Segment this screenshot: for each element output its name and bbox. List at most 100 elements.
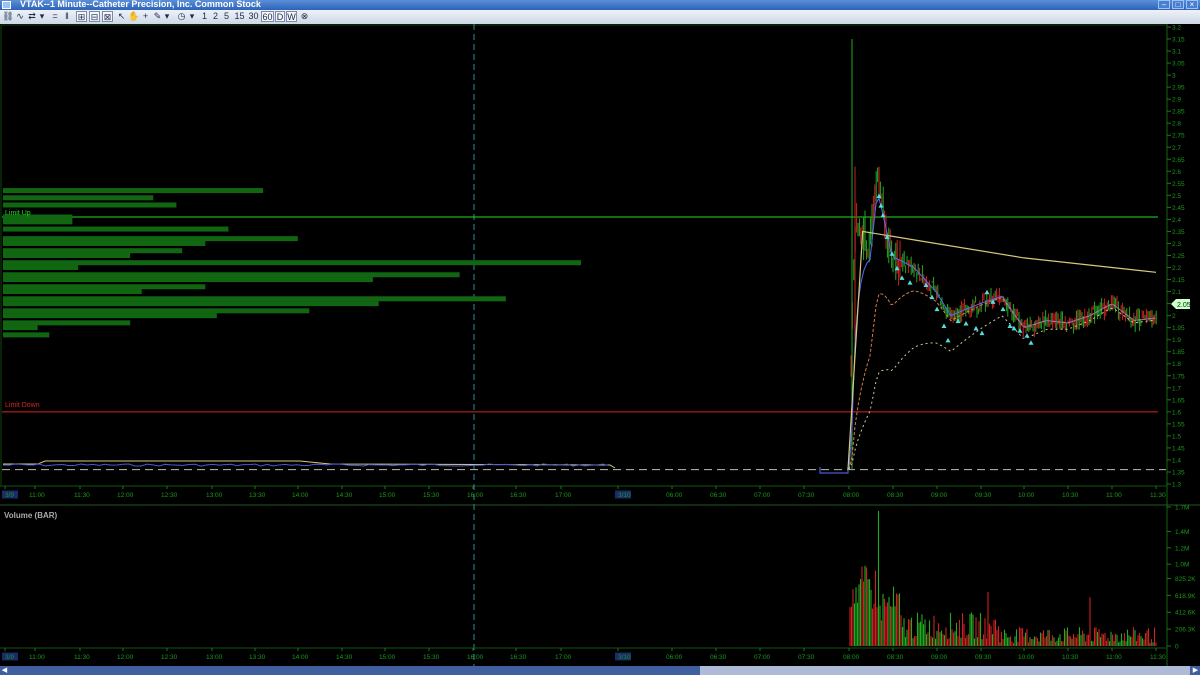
y-tick-label: 3 bbox=[1172, 73, 1176, 80]
period-button-5[interactable]: 5 bbox=[222, 11, 231, 22]
x-tick-label: 11:00 bbox=[29, 654, 45, 661]
volume-profile-bar bbox=[3, 320, 131, 326]
x-tick-label: 15:00 bbox=[379, 492, 396, 499]
hand-icon[interactable]: ✋ bbox=[128, 11, 139, 22]
x-tick-label: 3/9 bbox=[5, 492, 14, 499]
y-tick-label: 2.95 bbox=[1172, 85, 1185, 92]
volume-y-tick-label: 618.9K bbox=[1175, 593, 1196, 600]
volume-profile-bar bbox=[3, 219, 73, 225]
period-button-30[interactable]: 30 bbox=[247, 11, 260, 22]
scrollbar-thumb[interactable] bbox=[700, 666, 1190, 675]
volume-profile-bar bbox=[3, 253, 131, 258]
chart-canvas[interactable]: 3.2 3.15 3.1 3.05 3 2.95 2.9 2.85 2.8 2.75 2.7 2.65… bbox=[0, 24, 1200, 666]
x-tick-label: 14:30 bbox=[336, 654, 353, 661]
volume-y-tick-label: 825.2K bbox=[1175, 576, 1196, 583]
x-tick-label: 11:00 bbox=[1106, 492, 1122, 499]
y-tick-label: 2.25 bbox=[1172, 253, 1185, 260]
y-tick-label: 2.45 bbox=[1172, 205, 1185, 212]
compare-icon[interactable]: ⇄ bbox=[26, 11, 38, 22]
grid-icon[interactable]: ⊞ bbox=[76, 11, 87, 22]
window-icon[interactable]: ⊠ bbox=[102, 11, 113, 22]
period-button-60[interactable]: 60 bbox=[261, 11, 274, 22]
minimize-button[interactable]: – bbox=[1158, 0, 1170, 9]
link-icon[interactable]: ⛓ bbox=[2, 11, 14, 22]
x-tick-label: 08:30 bbox=[887, 492, 904, 499]
y-tick-label: 2.3 bbox=[1172, 241, 1181, 248]
volume-profile-bar bbox=[3, 308, 310, 314]
cancel-icon[interactable]: ⊗ bbox=[299, 11, 310, 22]
volume-profile-bar bbox=[3, 195, 154, 201]
close-button[interactable]: × bbox=[1186, 0, 1198, 9]
volume-profile-bar bbox=[3, 236, 298, 242]
y-tick-label: 2.5 bbox=[1172, 193, 1181, 200]
period-button-2[interactable]: 2 bbox=[211, 11, 220, 22]
y-tick-label: 2.2 bbox=[1172, 265, 1181, 272]
y-tick-label: 1.5 bbox=[1172, 433, 1181, 440]
chevron-down-icon[interactable]: ▾ bbox=[163, 11, 171, 22]
x-tick-label: 09:30 bbox=[975, 654, 992, 661]
scroll-right-icon[interactable]: ▶ bbox=[1191, 666, 1200, 675]
y-tick-label: 3.2 bbox=[1172, 25, 1181, 32]
x-tick-label: 07:00 bbox=[754, 492, 771, 499]
cursor-icon[interactable]: ↖ bbox=[116, 11, 127, 22]
x-tick-label: 06:00 bbox=[666, 492, 683, 499]
crosshair-icon[interactable]: + bbox=[140, 11, 151, 22]
chart-type-icon[interactable]: ∿ bbox=[14, 11, 26, 22]
volume-profile-bar bbox=[3, 289, 142, 295]
volume-profile-bar bbox=[3, 202, 177, 208]
layout-icon[interactable]: ⊟ bbox=[89, 11, 100, 22]
limit-down-label: Limit Down bbox=[5, 402, 40, 409]
y-tick-label: 1.4 bbox=[1172, 457, 1181, 464]
chart-toolbar: ⛓ ∿ ⇄ ▾ = ‖ ⊞ ⊟ ⊠ ↖ ✋ + ✎ ▾ ◷ ▾ 1 2 5 15… bbox=[0, 10, 1200, 25]
period-button-d[interactable]: D bbox=[275, 11, 285, 22]
volume-profile-bar bbox=[3, 248, 183, 254]
x-tick-label: 13:00 bbox=[206, 492, 223, 499]
y-tick-label: 1.45 bbox=[1172, 445, 1185, 452]
x-tick-label: 10:30 bbox=[1062, 492, 1079, 499]
y-tick-label: 2.4 bbox=[1172, 217, 1181, 224]
window-title: VTAK--1 Minute--Catheter Precision, Inc.… bbox=[20, 0, 261, 9]
x-tick-label: 06:30 bbox=[710, 654, 727, 661]
x-tick-label: 17:00 bbox=[555, 654, 572, 661]
volume-profile-bar bbox=[3, 332, 50, 338]
x-tick-label: 12:30 bbox=[161, 654, 178, 661]
y-tick-label: 2.65 bbox=[1172, 157, 1185, 164]
maximize-button[interactable]: □ bbox=[1172, 0, 1184, 9]
x-tick-label: 08:00 bbox=[843, 654, 860, 661]
chevron-down-icon[interactable]: ▾ bbox=[188, 11, 196, 22]
x-tick-label: 14:00 bbox=[292, 654, 309, 661]
pause-icon[interactable]: ‖ bbox=[62, 11, 72, 22]
y-tick-label: 3.05 bbox=[1172, 61, 1185, 68]
pencil-icon[interactable]: ✎ bbox=[152, 11, 163, 22]
x-tick-label: 14:30 bbox=[336, 492, 353, 499]
x-tick-label: 08:00 bbox=[843, 492, 860, 499]
x-tick-label: 3/10 bbox=[618, 492, 631, 499]
y-tick-label: 1.75 bbox=[1172, 373, 1185, 380]
volume-profile-bar bbox=[3, 313, 217, 319]
equals-icon[interactable]: = bbox=[50, 11, 60, 22]
x-tick-label: 08:30 bbox=[887, 654, 904, 661]
y-tick-label: 1.3 bbox=[1172, 482, 1181, 489]
x-tick-label: 13:30 bbox=[249, 654, 266, 661]
horizontal-scrollbar[interactable]: ◀ ▶ bbox=[0, 666, 1200, 675]
volume-y-tick-label: 412.6K bbox=[1175, 610, 1196, 617]
y-tick-label: 3.15 bbox=[1172, 37, 1185, 44]
y-tick-label: 3.1 bbox=[1172, 49, 1181, 56]
scroll-left-icon[interactable]: ◀ bbox=[0, 666, 9, 675]
chevron-down-icon[interactable]: ▾ bbox=[38, 11, 46, 22]
x-tick-label: 12:00 bbox=[117, 654, 134, 661]
x-tick-label: 11:30 bbox=[1150, 492, 1166, 499]
x-tick-label: 10:00 bbox=[1018, 654, 1035, 661]
period-button-w[interactable]: W bbox=[286, 11, 297, 22]
volume-profile-bar bbox=[3, 277, 373, 283]
y-tick-label: 2.1 bbox=[1172, 289, 1181, 296]
period-button-15[interactable]: 15 bbox=[233, 11, 246, 22]
y-tick-label: 1.95 bbox=[1172, 325, 1185, 332]
x-tick-label: 11:30 bbox=[1150, 654, 1166, 661]
x-tick-label: 09:00 bbox=[931, 654, 948, 661]
period-button-1[interactable]: 1 bbox=[200, 11, 209, 22]
clock-icon[interactable]: ◷ bbox=[176, 11, 187, 22]
volume-profile-bar bbox=[3, 240, 206, 246]
y-tick-label: 2.85 bbox=[1172, 109, 1185, 116]
y-tick-label: 2.15 bbox=[1172, 277, 1185, 284]
